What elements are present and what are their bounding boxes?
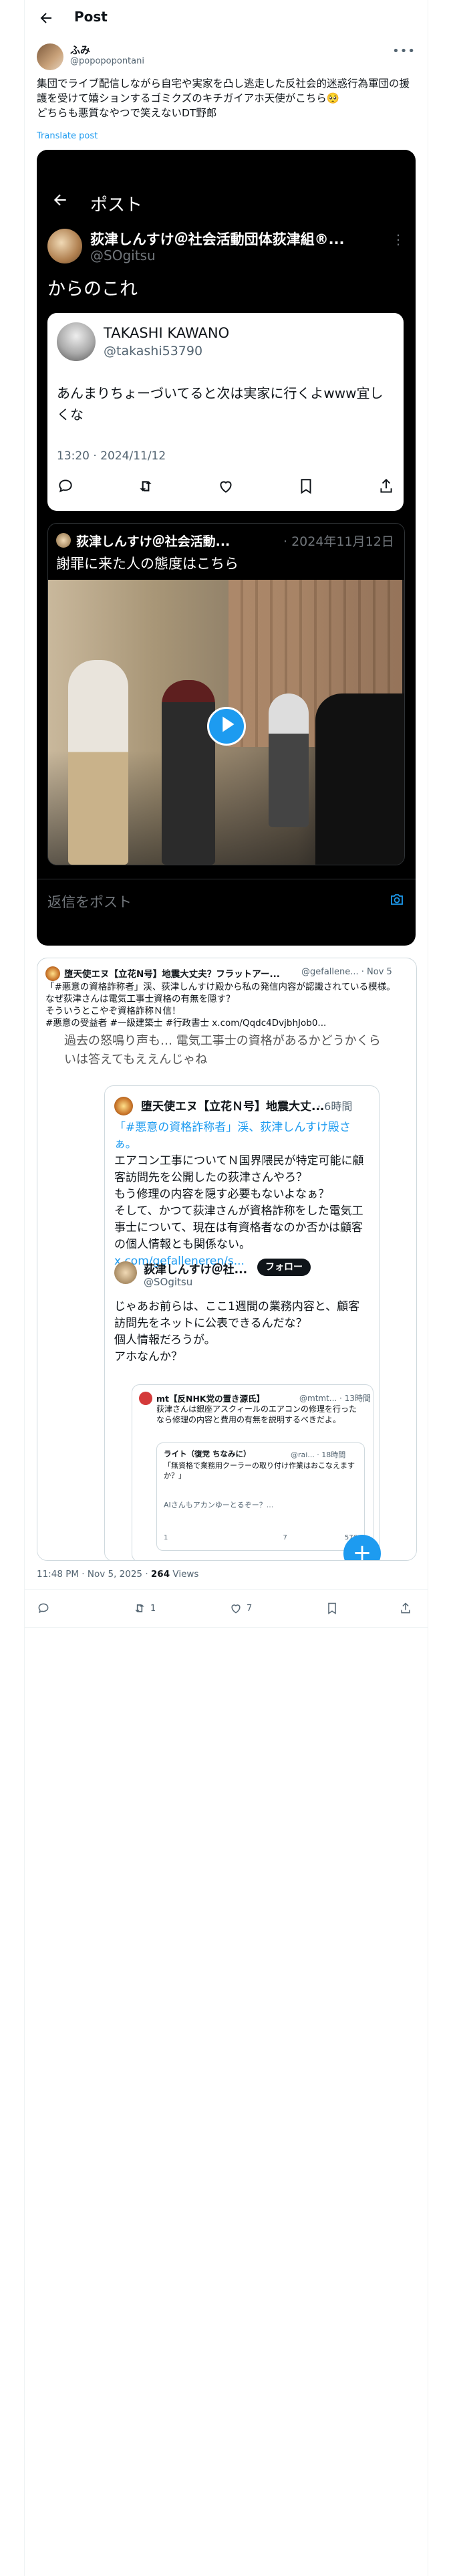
share-icon	[401, 1602, 410, 1614]
hashtag-text: 「#悪意の資格詐称者」渓、荻津しんすけ殿さぁ。	[114, 1121, 351, 1151]
sub-actions: 1 7 576	[164, 1534, 357, 1541]
quoted-tweet-image: 過去の怒鳴り声も… 電気工事士の資格があるかどうかくらいは答えてもええんじゃね …	[37, 1032, 416, 1560]
author-name[interactable]: ふみ	[70, 43, 90, 57]
reply-placeholder: 返信をポスト	[47, 894, 132, 910]
image-prev-text: 過去の怒鳴り声も… 電気工事士の資格があるかどうかくらいは答えてもええんじゃね	[37, 1032, 416, 1072]
image-text-2: じゃあお前らは、ここ1週間の業務内容と、顧客訪問先をネットに公表できるんだな？ …	[114, 1300, 360, 1364]
reply-icon	[38, 1603, 49, 1614]
bookmark-icon	[328, 1602, 336, 1614]
screenshot-title: ポスト	[90, 195, 143, 215]
bookmark-button[interactable]	[325, 1602, 339, 1615]
like-icon	[231, 1604, 241, 1614]
video-person	[68, 660, 128, 865]
post-page: Post ふみ @popopopontani ••• 集団でライブ配信しながら自…	[24, 0, 428, 2576]
back-arrow-icon[interactable]	[38, 10, 54, 26]
reply-bar: 返信をポスト	[37, 879, 416, 920]
image-text-1: 「#悪意の資格詐称者」渓、荻津しんすけ殿さぁ。 エアコン工事についてＮ国界隈民が…	[114, 1119, 368, 1270]
screenshot-avatar	[47, 229, 82, 263]
engagement-bar: 1 7	[25, 1589, 428, 1628]
image-time-1: · 6時間	[317, 1100, 353, 1113]
share-icon	[380, 478, 392, 493]
sub-name: ライト（復党 ちなみに）	[164, 1449, 251, 1459]
views-count: 264	[150, 1569, 170, 1580]
translate-link[interactable]: Translate post	[37, 131, 98, 141]
quoted-tweet-meta: @gefallene... · Nov 5	[301, 967, 392, 977]
more-icon: ⋮	[392, 231, 405, 247]
video-car	[315, 693, 404, 865]
reply-button[interactable]	[37, 1602, 50, 1615]
sub-meta: @rai... · 18時間	[291, 1451, 346, 1459]
quoted-tweet-text: 「#悪意の資格詐称者」渓、荻津しんすけ殿から私の発信内容が認識されている模様。 …	[45, 982, 396, 1029]
play-icon	[207, 707, 246, 746]
screenshot-handle: @SOgitsu	[90, 247, 156, 263]
embed-text: 謝罪に来た人の態度はこちら	[56, 556, 239, 572]
video-person	[269, 693, 309, 827]
repost-icon	[140, 481, 152, 492]
nested-name: mt【反NHK党の置き源氏】	[156, 1394, 265, 1404]
repost-button[interactable]: 1	[133, 1602, 156, 1615]
nested-meta: @mtmt... · 13時間	[299, 1394, 371, 1403]
quoted-time: 13:20 · 2024/11/12	[57, 449, 166, 463]
back-arrow-icon	[53, 194, 66, 206]
image-avatar-2	[114, 1261, 137, 1284]
quoted-text: あんまりちょーづいてると次は実家に行くよwww宜しくな	[57, 385, 384, 423]
more-options-icon[interactable]: •••	[392, 44, 416, 58]
repost-icon	[135, 1604, 144, 1612]
quoted-avatar	[57, 322, 96, 361]
reply-icon	[59, 479, 72, 493]
image-inner-post: 堕天使エヌ【立花Ｎ号】地震大丈... · 6時間 「#悪意の資格詐称者」渓、荻津…	[104, 1085, 380, 1560]
sub-text: 「無資格で業務用クーラーの取り付け作業はおこなえますか？」	[164, 1461, 355, 1480]
bookmark-icon	[301, 479, 311, 494]
video-thumbnail	[48, 580, 404, 865]
image-name-2: 荻津しんすけ＠社...	[144, 1263, 248, 1277]
image-nested-post: mt【反NHK党の置き源氏】 @mtmt... · 13時間 荻津さんは銀座アス…	[132, 1384, 373, 1560]
author-avatar[interactable]	[37, 43, 63, 70]
nested-avatar	[139, 1392, 152, 1405]
quoted-handle: @takashi53790	[104, 344, 203, 358]
quoted-card: TAKASHI KAWANO @takashi53790 あんまりちょーづいてる…	[47, 313, 404, 511]
quoted-tweet-card[interactable]: 堕天使エヌ【立花N号】地震大丈夫？フラットアー... @gefallene...…	[37, 958, 417, 1561]
author-handle[interactable]: @popopopontani	[70, 56, 144, 66]
sub-like-count: 7	[283, 1534, 287, 1541]
page-title: Post	[74, 9, 108, 25]
header: Post	[25, 0, 428, 35]
nested-text: 荻津さんは銀座アスクィールのエアコンの修理を行ったなら修理の内容と費用の有無を説…	[156, 1404, 357, 1424]
sub-reply-count: 1	[164, 1534, 168, 1541]
embedded-video-post: 荻津しんすけ＠社会活動... · 2024年11月12日 謝罪に来た人の態度はこ…	[47, 523, 405, 865]
screenshot-name: 荻津しんすけ＠社会活動団体荻津組®...	[90, 231, 345, 247]
like-icon	[220, 481, 232, 493]
quoted-tweet-avatar	[45, 966, 60, 981]
timestamp-text: 11:48 PM · Nov 5, 2025 ·	[37, 1569, 151, 1580]
like-count: 7	[247, 1603, 253, 1614]
camera-icon	[391, 894, 403, 905]
quoted-tweet-name: 堕天使エヌ【立花N号】地震大丈夫？フラットアー...	[64, 969, 280, 980]
sub-ai-text: AIさんもアカンゆーとるぞー？...	[164, 1501, 274, 1509]
quoted-actions	[57, 477, 395, 496]
screenshot-image[interactable]: ポスト 荻津しんすけ＠社会活動団体荻津組®... @SOgitsu ⋮ からのこ…	[37, 150, 416, 946]
nested-sub-post: ライト（復党 ちなみに） @rai... · 18時間 「無資格で業務用クーラー…	[156, 1442, 365, 1551]
like-button[interactable]: 7	[229, 1602, 252, 1615]
follow-button: フォロー	[257, 1259, 311, 1276]
screenshot-text: からのこれ	[47, 279, 138, 300]
share-button[interactable]	[399, 1602, 412, 1615]
image-prev-text-content: 過去の怒鳴り声も… 電気工事士の資格があるかどうかくらいは答えてもええんじゃね	[64, 1034, 381, 1067]
embed-avatar	[56, 533, 71, 548]
video-person	[162, 680, 215, 865]
image-text-1-body: エアコン工事についてＮ国界隈民が特定可能に顧客訪問先を公開したの荻津さんやろ？ …	[114, 1154, 364, 1251]
repost-count: 1	[150, 1603, 156, 1614]
post-timestamp: 11:48 PM · Nov 5, 2025 · 264 Views	[37, 1569, 198, 1580]
image-handle-2: @SOgitsu	[144, 1276, 193, 1288]
image-name-1: 堕天使エヌ【立花Ｎ号】地震大丈...	[141, 1100, 325, 1113]
embed-date: · 2024年11月12日	[283, 534, 394, 549]
quoted-name: TAKASHI KAWANO	[104, 325, 230, 341]
embed-name: 荻津しんすけ＠社会活動...	[76, 534, 231, 549]
views-label: Views	[170, 1569, 199, 1580]
image-avatar-1	[114, 1097, 133, 1115]
tweet-text: 集団でライブ配信しながら自宅や実家を凸し逃走した反社会的迷惑行為軍団の援護を受け…	[37, 78, 410, 119]
